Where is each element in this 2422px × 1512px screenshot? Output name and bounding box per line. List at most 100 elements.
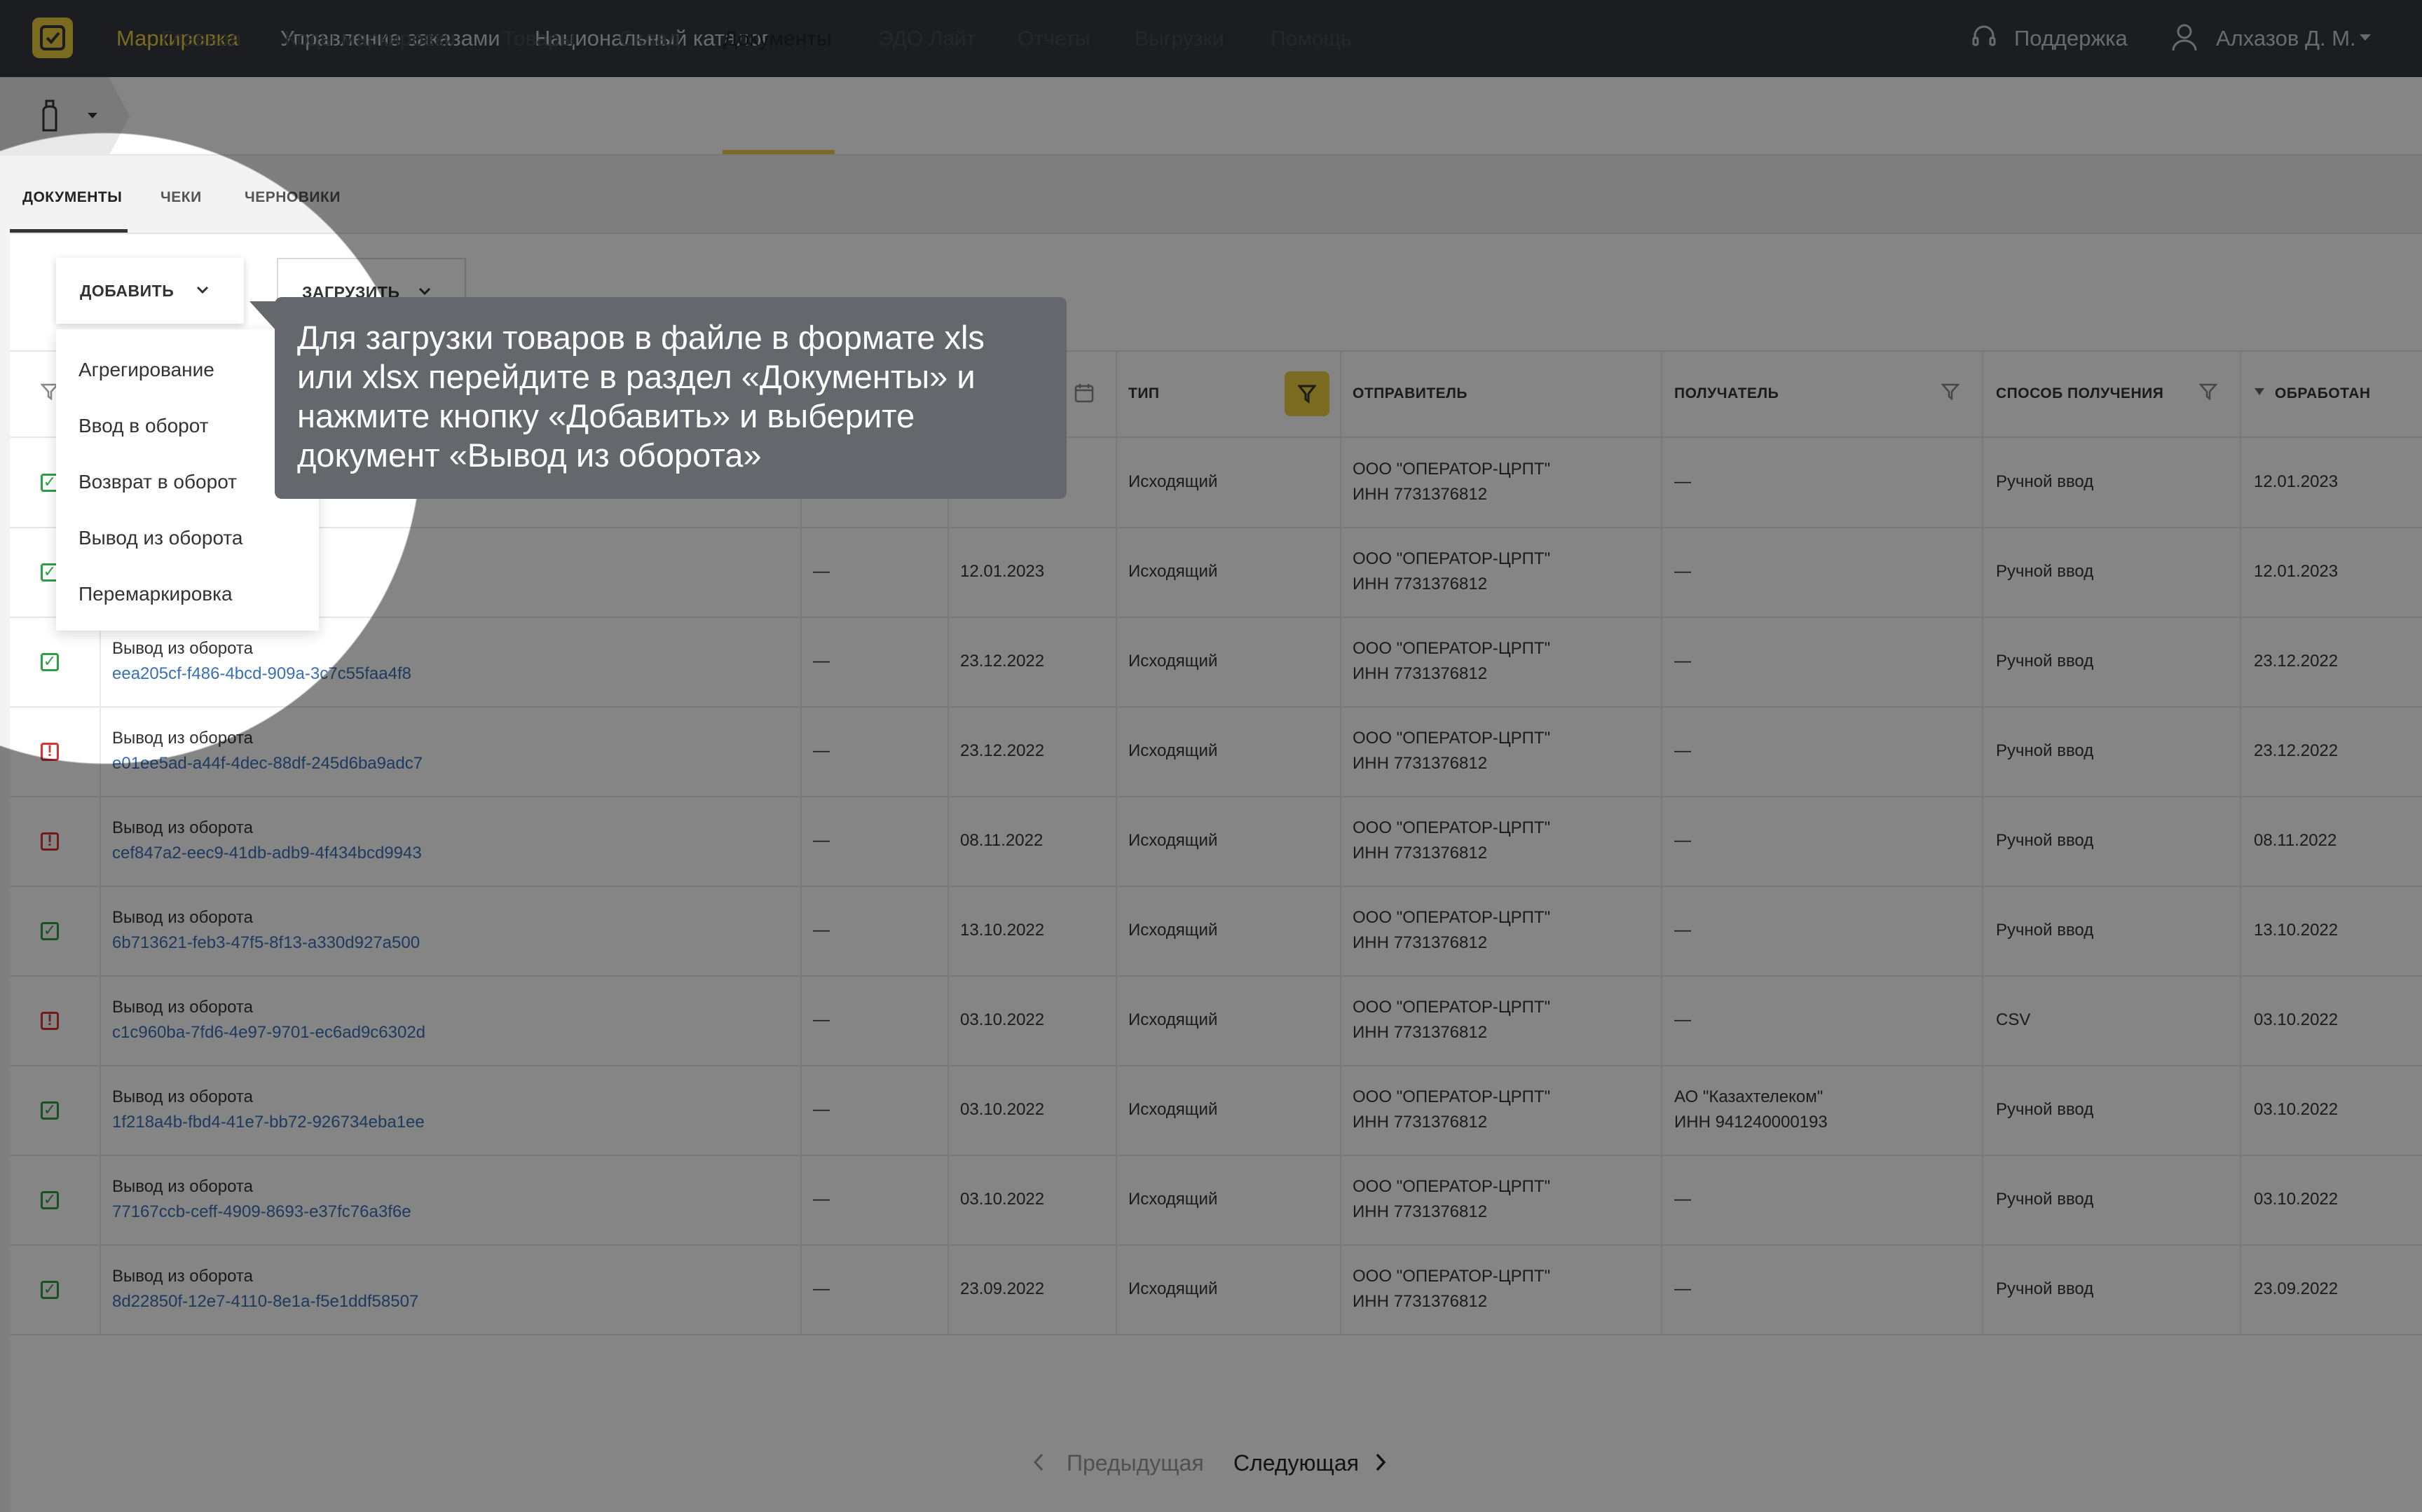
doc-tab-indicator	[10, 229, 128, 233]
support-link[interactable]: Поддержка	[2014, 0, 2128, 77]
tab-drafts[interactable]: ЧЕРНОВИКИ	[245, 189, 341, 206]
document-recipient: —	[1674, 472, 1691, 491]
document-sender-inn: ИНН 7731376812	[1353, 933, 1488, 952]
processed-date: 03.10.2022	[2254, 1100, 2339, 1119]
document-name: Вывод из оборота	[112, 818, 253, 837]
user-menu[interactable]: Алхазов Д. М.	[2216, 0, 2356, 77]
document-sender: ООО "ОПЕРАТОР-ЦРПТ"	[1353, 1087, 1551, 1106]
subnav-reports[interactable]: Отчеты	[1018, 0, 1090, 78]
processed-date: 03.10.2022	[2254, 1190, 2339, 1209]
product-group-switch[interactable]	[0, 77, 130, 156]
type-filter-button[interactable]	[1285, 371, 1329, 416]
document-number: —	[813, 741, 830, 760]
document-sender-inn: ИНН 7731376812	[1353, 844, 1488, 862]
filter-icon[interactable]	[1941, 383, 1959, 401]
document-sender-inn: ИНН 7731376812	[1353, 754, 1488, 773]
subnav-warehouse[interactable]: Склад	[619, 0, 680, 78]
document-sender-inn: ИНН 7731376812	[1353, 1023, 1488, 1042]
subnav-goods[interactable]: Товары	[502, 0, 575, 78]
subnav-help[interactable]: Помощь	[1271, 0, 1352, 78]
receipt-method: Ручной ввод	[1996, 1100, 2094, 1119]
document-sender: ООО "ОПЕРАТОР-ЦРПТ"	[1353, 1177, 1551, 1196]
document-date: 23.12.2022	[960, 741, 1045, 760]
document-sender-inn: ИНН 7731376812	[1353, 664, 1488, 683]
document-sender: ООО "ОПЕРАТОР-ЦРПТ"	[1353, 460, 1551, 479]
document-id-link[interactable]: 6b713621-feb3-47f5-8f13-a330d927a500	[112, 933, 420, 953]
sort-down-icon[interactable]	[2254, 387, 2265, 396]
processed-date: 23.09.2022	[2254, 1279, 2339, 1298]
caret-down-icon[interactable]	[2359, 34, 2372, 42]
document-type: Исходящий	[1128, 1010, 1218, 1029]
document-number: —	[813, 1100, 830, 1119]
menu-item-aggregation[interactable]: Агрегирование	[78, 359, 214, 381]
column-sender: ОТПРАВИТЕЛЬ	[1353, 385, 1468, 401]
document-sender: ООО "ОПЕРАТОР-ЦРПТ"	[1353, 1267, 1551, 1286]
status-ok-icon: ✓	[41, 921, 59, 940]
tooltip-text: Для загрузки товаров в файле в формате x…	[297, 319, 985, 474]
document-id-link[interactable]: 8d22850f-12e7-4110-8e1a-f5e1ddf58507	[112, 1292, 418, 1312]
document-sender-inn: ИНН 7731376812	[1353, 485, 1488, 504]
document-id-link[interactable]: eea205cf-f486-4bcd-909a-3c7c55faa4f8	[112, 664, 411, 684]
headset-icon[interactable]	[1969, 22, 1999, 52]
document-id-link[interactable]: 77167ccb-ceff-4909-8693-e37fc76a3f6e	[112, 1202, 411, 1222]
document-recipient: —	[1674, 831, 1691, 850]
document-date: 23.12.2022	[960, 652, 1045, 671]
processed-date: 12.01.2023	[2254, 472, 2339, 491]
document-id-link[interactable]: cef847a2-eec9-41db-adb9-4f434bcd9943	[112, 844, 422, 863]
logo-icon	[40, 25, 65, 50]
document-sender-inn: ИНН 7731376812	[1353, 1202, 1488, 1221]
subnav-edo[interactable]: ЭДО Лайт	[878, 0, 976, 78]
menu-item-remark[interactable]: Перемаркировка	[78, 583, 233, 605]
document-number: —	[813, 1190, 830, 1209]
document-recipient: —	[1674, 1279, 1691, 1298]
subnav-exports[interactable]: Выгрузки	[1135, 0, 1224, 78]
tab-receipts[interactable]: ЧЕКИ	[160, 189, 202, 206]
column-recipient: ПОЛУЧАТЕЛЬ	[1674, 385, 1779, 401]
menu-item-withdraw[interactable]: Вывод из оборота	[78, 527, 243, 549]
document-date: 12.01.2023	[960, 562, 1045, 581]
add-button[interactable]: ДОБАВИТЬ	[56, 258, 244, 324]
document-recipient: —	[1674, 921, 1691, 940]
document-id-link[interactable]: c1c960ba-7fd6-4e97-9701-ec6ad9c6302d	[112, 1023, 425, 1043]
tab-documents[interactable]: ДОКУМЕНТЫ	[22, 189, 122, 206]
document-recipient: —	[1674, 562, 1691, 581]
document-id-link[interactable]: 1f218a4b-fbd4-41e7-bb72-926734eba1ee	[112, 1113, 425, 1132]
pagination-prev[interactable]: Предыдущая	[1067, 1450, 1204, 1476]
chevron-right-icon[interactable]	[1375, 1453, 1386, 1471]
document-number: —	[813, 1010, 830, 1029]
pagination-next[interactable]: Следующая	[1233, 1450, 1359, 1476]
active-tab-indicator	[723, 150, 835, 154]
document-id-link[interactable]: e01ee5ad-a44f-4dec-88df-245d6ba9adc7	[112, 754, 423, 774]
filter-icon[interactable]	[2199, 383, 2217, 401]
status-error-icon: !	[41, 832, 59, 851]
document-date: 08.11.2022	[960, 831, 1044, 850]
calendar-icon[interactable]	[1074, 383, 1095, 404]
document-sender-inn: ИНН 7731376812	[1353, 1292, 1488, 1311]
logo[interactable]	[32, 18, 73, 58]
chevron-left-icon[interactable]	[1033, 1453, 1044, 1471]
tooltip-arrow	[249, 301, 278, 332]
status-ok-icon: ✓	[41, 1101, 59, 1120]
menu-item-introduce[interactable]: Ввод в оборот	[78, 415, 209, 437]
processed-date: 08.11.2022	[2254, 831, 2337, 850]
chevron-down-icon	[196, 286, 209, 294]
document-recipient: —	[1674, 652, 1691, 671]
chevron-down-icon	[418, 287, 431, 296]
filter-icon	[1298, 385, 1316, 404]
column-divider	[2240, 350, 2241, 1335]
column-divider	[1661, 350, 1662, 1335]
column-divider	[1116, 350, 1117, 1335]
document-type: Исходящий	[1128, 562, 1218, 581]
receipt-method: Ручной ввод	[1996, 562, 2094, 581]
menu-item-return[interactable]: Возврат в оборот	[78, 471, 237, 493]
subnav-codes[interactable]: Коды маркировки	[285, 0, 456, 78]
document-sender: ООО "ОПЕРАТОР-ЦРПТ"	[1353, 549, 1551, 568]
subnav-main[interactable]: Главная	[161, 0, 241, 78]
document-number: —	[813, 921, 830, 940]
document-date: 03.10.2022	[960, 1190, 1045, 1209]
status-ok-icon: ✓	[41, 1280, 59, 1299]
document-recipient: —	[1674, 1190, 1691, 1209]
document-type: Исходящий	[1128, 1190, 1218, 1209]
subnav-documents[interactable]: Документы	[723, 0, 832, 78]
receipt-method: CSV	[1996, 1010, 2031, 1029]
